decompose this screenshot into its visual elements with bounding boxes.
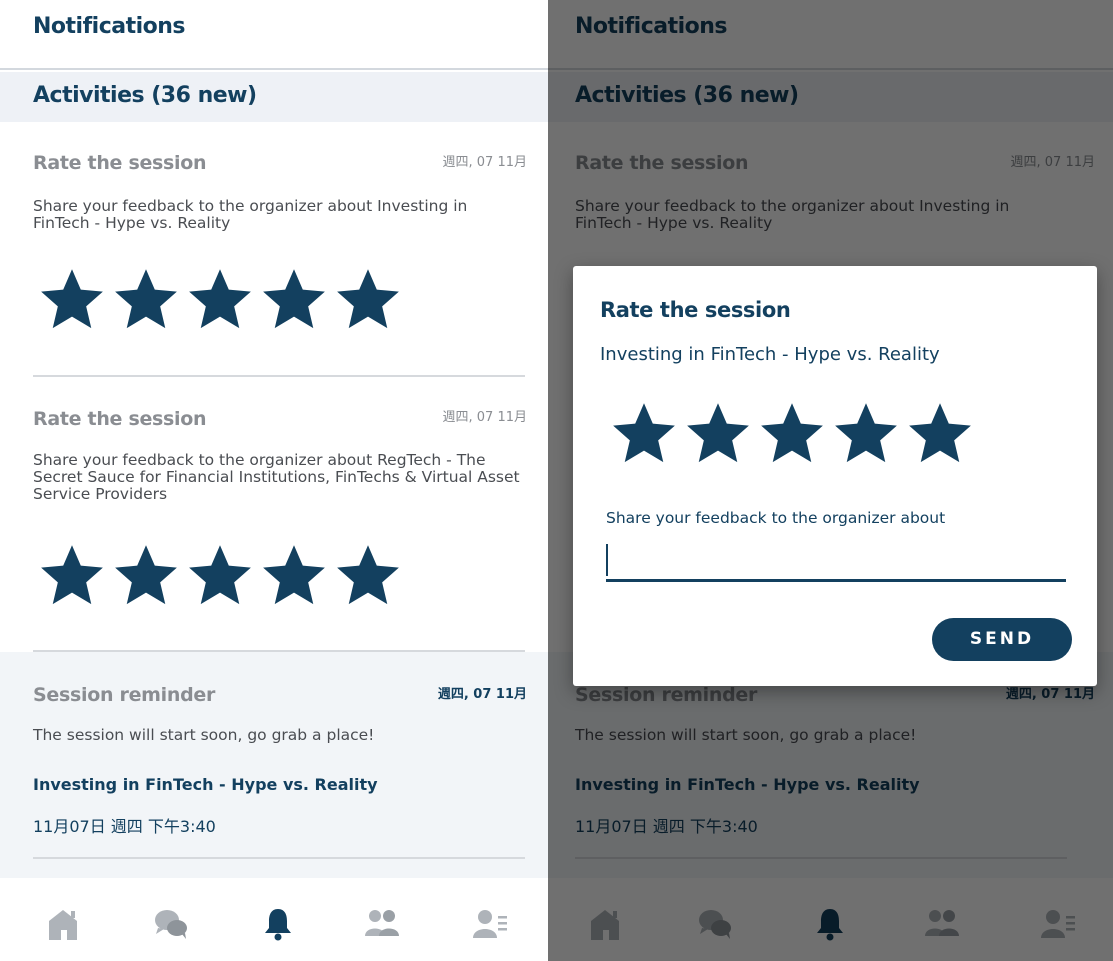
dialog-session-name: Investing in FinTech - Hype vs. Reality — [600, 344, 940, 365]
activities-title: Activities (36 new) — [33, 83, 257, 108]
star-icon[interactable] — [904, 399, 976, 467]
bell-icon — [265, 909, 291, 941]
people-icon — [365, 910, 399, 936]
page-title: Notifications — [33, 14, 186, 39]
dialog-star-rating[interactable] — [608, 399, 976, 467]
star-icon[interactable] — [184, 541, 256, 609]
feedback-input[interactable] — [606, 538, 1066, 582]
star-rating[interactable] — [36, 265, 404, 333]
star-icon[interactable] — [110, 541, 182, 609]
notification-body: Share your feedback to the organizer abo… — [33, 451, 520, 503]
star-icon[interactable] — [682, 399, 754, 467]
reminder-session-title[interactable]: Investing in FinTech - Hype vs. Reality — [33, 775, 378, 794]
star-icon[interactable] — [110, 265, 182, 333]
star-icon[interactable] — [332, 541, 404, 609]
tab-people[interactable] — [362, 906, 402, 942]
notification-date: 週四, 07 11月 — [442, 410, 527, 425]
star-icon[interactable] — [258, 265, 330, 333]
top-bar: Notifications — [0, 0, 557, 70]
notification-body: The session will start soon, go grab a p… — [33, 726, 375, 744]
star-icon[interactable] — [608, 399, 680, 467]
chat-icon — [155, 910, 187, 939]
tab-notifications[interactable] — [258, 906, 298, 942]
notifications-screen: Notifications Activities (36 new) Rate t… — [0, 0, 557, 961]
notification-title: Rate the session — [33, 408, 207, 430]
notification-date: 週四, 07 11月 — [437, 687, 527, 702]
notification-date: 週四, 07 11月 — [442, 155, 527, 170]
notification-title: Rate the session — [33, 152, 207, 174]
star-rating[interactable] — [36, 541, 404, 609]
divider — [33, 375, 525, 377]
send-button[interactable]: SEND — [932, 618, 1072, 661]
tab-home[interactable] — [43, 906, 83, 942]
notification-body: Share your feedback to the organizer abo… — [33, 197, 468, 232]
star-icon[interactable] — [184, 265, 256, 333]
feedback-label: Share your feedback to the organizer abo… — [606, 509, 946, 527]
star-icon[interactable] — [258, 541, 330, 609]
notifications-screen-with-dialog: Notifications Activities (36 new) Rate t… — [548, 0, 1113, 961]
divider — [33, 857, 525, 859]
star-icon[interactable] — [756, 399, 828, 467]
notification-title: Session reminder — [33, 684, 216, 706]
tab-chat[interactable] — [152, 906, 192, 942]
star-icon[interactable] — [332, 265, 404, 333]
reminder-session-time: 11月07日 週四 下午3:40 — [33, 817, 216, 836]
profile-icon — [473, 910, 507, 938]
tab-profile[interactable] — [470, 906, 510, 942]
text-cursor — [606, 544, 608, 576]
star-icon[interactable] — [36, 265, 108, 333]
activities-section-header: Activities (36 new) — [0, 72, 557, 122]
dialog-title: Rate the session — [600, 298, 791, 322]
home-icon — [49, 910, 77, 940]
star-icon[interactable] — [36, 541, 108, 609]
star-icon[interactable] — [830, 399, 902, 467]
rate-session-dialog: Rate the session Investing in FinTech - … — [573, 266, 1097, 686]
bottom-tab-bar — [0, 878, 557, 961]
